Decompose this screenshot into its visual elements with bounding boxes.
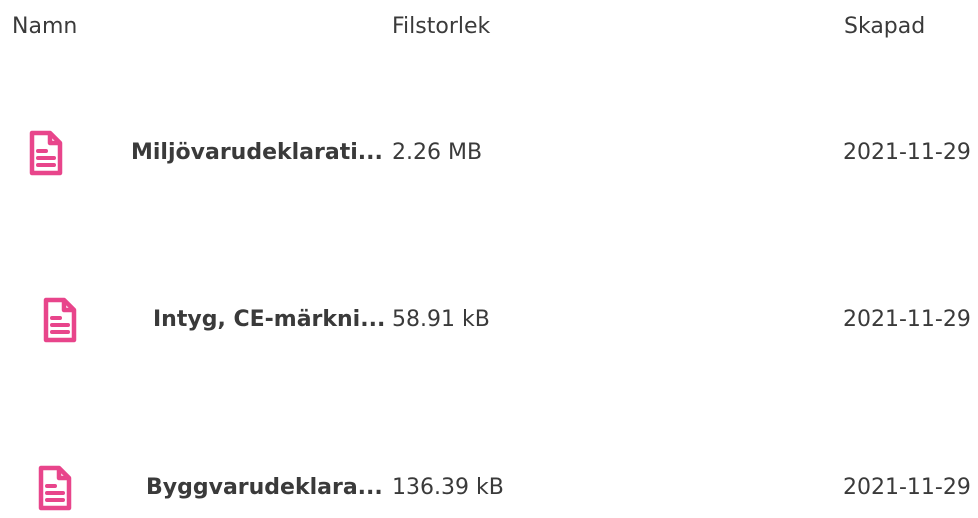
- document-icon[interactable]: [25, 129, 67, 177]
- file-size: 2.26 MB: [392, 140, 483, 165]
- file-size: 136.39 kB: [392, 475, 504, 500]
- column-header-size[interactable]: Filstorlek: [392, 12, 490, 42]
- document-icon[interactable]: [39, 296, 81, 344]
- file-table: Namn Filstorlek Skapad Miljövarudeklarat…: [0, 0, 978, 511]
- file-created-date: 2021-11-29: [843, 140, 971, 165]
- column-header-name[interactable]: Namn: [12, 12, 77, 42]
- file-row[interactable]: Miljövarudeklarati... 2.26 MB 2021-11-29: [0, 123, 978, 183]
- file-created-date: 2021-11-29: [843, 307, 971, 332]
- file-row[interactable]: Intyg, CE-märkni... 58.91 kB 2021-11-29: [0, 290, 978, 350]
- file-name-link[interactable]: Intyg, CE-märkni...: [153, 305, 385, 335]
- file-name-link[interactable]: Byggvarudeklara...: [146, 473, 383, 503]
- file-size: 58.91 kB: [392, 307, 490, 332]
- column-header-created[interactable]: Skapad: [844, 12, 925, 42]
- file-created-date: 2021-11-29: [843, 475, 971, 500]
- file-row[interactable]: Byggvarudeklara... 136.39 kB 2021-11-29: [0, 458, 978, 518]
- file-name-link[interactable]: Miljövarudeklarati...: [131, 138, 383, 168]
